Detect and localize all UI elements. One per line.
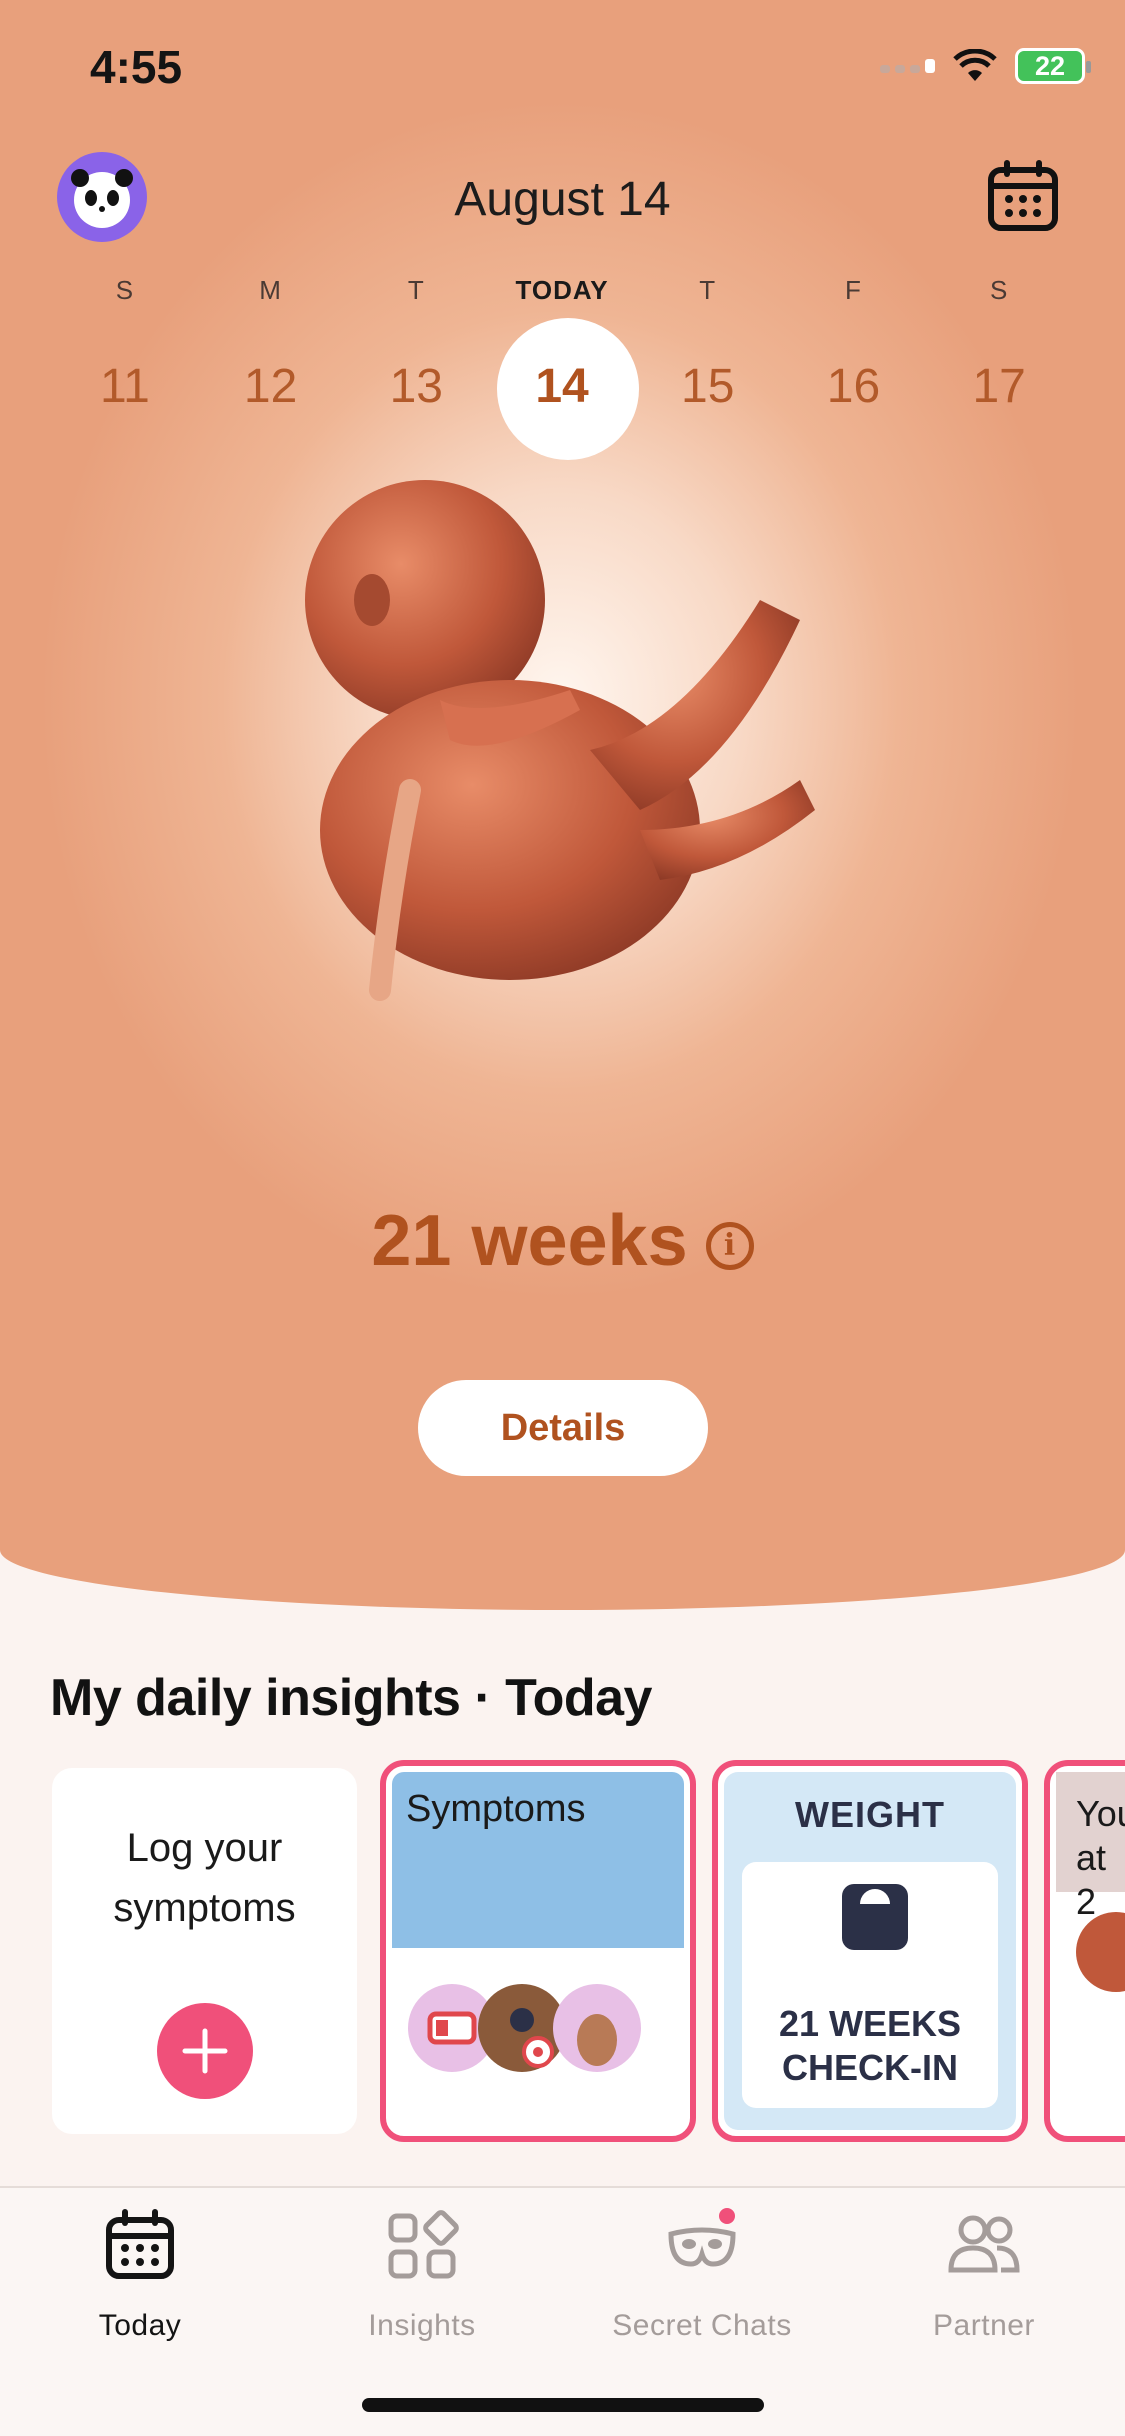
day-letter: T	[407, 275, 425, 305]
add-symptom-button[interactable]	[157, 2003, 253, 2099]
symptoms-card[interactable]: Symptoms	[380, 1760, 696, 2142]
baby-development-card[interactable]: You at 2	[1044, 1760, 1125, 2142]
symptoms-thumbnails	[392, 1948, 684, 2128]
baby-thumbnail	[1076, 1912, 1125, 1992]
pregnancy-week-label: 21 weeks i	[0, 1200, 1125, 1282]
day-number: 11	[99, 360, 150, 413]
day-letter: S	[990, 275, 1009, 305]
tab-partner[interactable]: Partner	[874, 2208, 1094, 2343]
tab-today[interactable]: Today	[30, 2208, 250, 2343]
day-letter: S	[115, 275, 135, 305]
day-letter: T	[699, 275, 717, 305]
tab-label: Secret Chats	[612, 2309, 792, 2342]
log-symptoms-label: Log your symptoms	[113, 1826, 296, 1930]
cellular-signal-icon	[880, 59, 935, 73]
tab-secret-chats[interactable]: Secret Chats	[592, 2208, 812, 2343]
day-tue[interactable]: T 13	[343, 270, 489, 417]
baby-card-label: You at 2	[1056, 1772, 1125, 1922]
insights-carousel[interactable]: Log your symptoms Symptoms WEIGHT 21 WEE…	[0, 1760, 1125, 2145]
status-time: 4:55	[90, 41, 183, 93]
home-indicator[interactable]	[362, 2398, 764, 2412]
weight-line-2: CHECK-IN	[782, 2047, 958, 2088]
date-title: August 14	[454, 173, 671, 226]
calendar-icon	[106, 2209, 174, 2279]
weight-card[interactable]: WEIGHT 21 WEEKS CHECK-IN	[712, 1760, 1028, 2142]
tab-label: Partner	[933, 2309, 1035, 2342]
info-icon[interactable]: i	[705, 1221, 754, 1270]
battery-indicator: 22	[1015, 48, 1091, 84]
scale-icon	[842, 1884, 908, 1950]
mask-icon	[668, 2208, 736, 2267]
day-number: 15	[681, 360, 735, 413]
status-icons: 22	[880, 48, 1091, 84]
weeks-text: 21 weeks	[371, 1201, 688, 1281]
insights-icon	[388, 2210, 459, 2279]
day-fri[interactable]: F 16	[781, 270, 927, 417]
plus-icon	[182, 2028, 228, 2074]
day-number: 13	[389, 360, 443, 413]
weight-line-1: 21 WEEKS	[778, 2003, 962, 2044]
tab-label: Today	[98, 2309, 182, 2342]
week-strip: S 11 M 12 T 13 TODAY 14 T 15 F 16 S 17	[52, 270, 1072, 417]
tab-insights[interactable]: Insights	[312, 2208, 532, 2343]
wifi-icon	[953, 49, 997, 81]
day-letter: TODAY	[515, 275, 609, 305]
day-thu[interactable]: T 15	[635, 270, 781, 417]
day-number: 12	[243, 360, 298, 413]
day-sun[interactable]: S 11	[52, 270, 198, 417]
details-button[interactable]: Details	[418, 1380, 708, 1476]
battery-level: 22	[1034, 50, 1066, 81]
day-letter: F	[845, 275, 862, 305]
weight-checkin-panel: 21 WEEKS CHECK-IN	[742, 1862, 998, 2108]
tab-label: Insights	[368, 2309, 476, 2342]
day-number: 16	[826, 360, 881, 413]
weight-title: WEIGHT	[795, 1794, 945, 1835]
day-number: 17	[972, 360, 1026, 413]
day-today[interactable]: TODAY 14	[489, 270, 635, 417]
day-mon[interactable]: M 12	[198, 270, 344, 417]
symptoms-label: Symptoms	[392, 1772, 684, 1948]
calendar-button[interactable]	[987, 160, 1059, 232]
day-letter: M	[259, 275, 282, 305]
day-sat[interactable]: S 17	[926, 270, 1072, 417]
insights-title: My daily insights · Today	[50, 1669, 652, 1727]
day-number: 14	[535, 360, 589, 413]
partner-icon	[948, 2215, 1020, 2273]
symptom-icons	[408, 1984, 641, 2072]
fetus-illustration	[305, 480, 815, 1001]
log-symptoms-card[interactable]: Log your symptoms	[52, 1768, 357, 2134]
weight-checkin-text: 21 WEEKS CHECK-IN	[742, 2002, 998, 2090]
